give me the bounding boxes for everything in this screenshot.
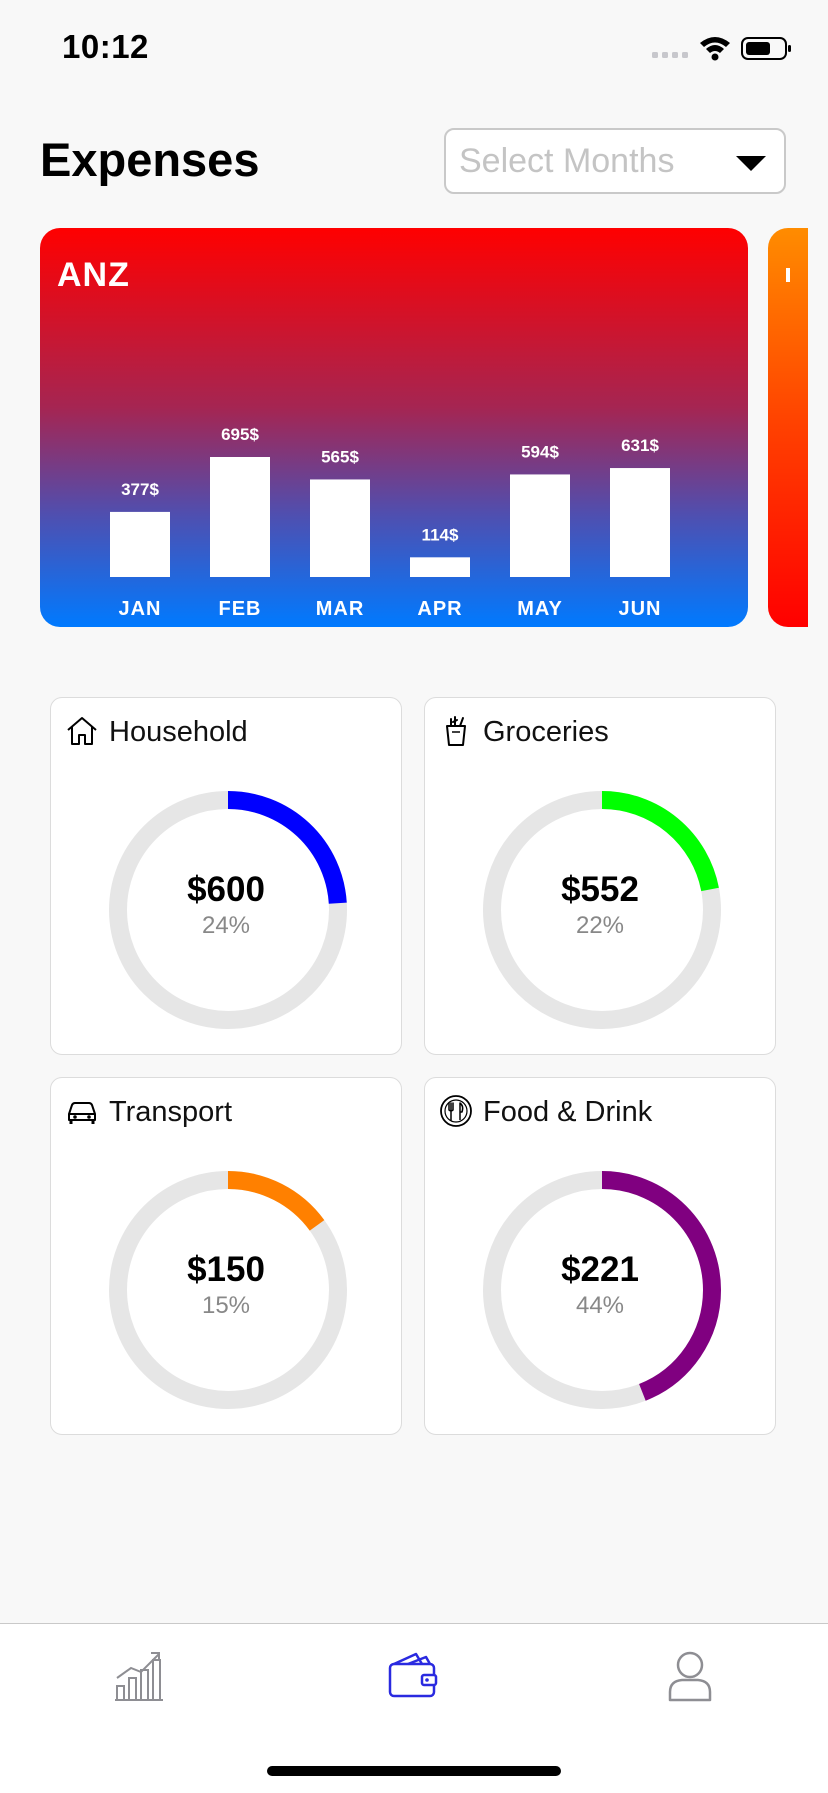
category-percent: 15% xyxy=(201,1292,251,1319)
bar-may xyxy=(510,474,570,577)
bar-value-label: 565$ xyxy=(321,447,359,466)
category-name: Food & Drink xyxy=(483,1096,653,1128)
tab-wallet-icon[interactable] xyxy=(386,1648,442,1704)
bar-value-label: 594$ xyxy=(521,442,559,461)
next-bank-card[interactable] xyxy=(768,228,808,627)
bar-value-label: 377$ xyxy=(121,480,159,499)
category-name: Groceries xyxy=(483,716,609,748)
tab-growth-chart-icon[interactable] xyxy=(111,1648,167,1704)
category-name: Transport xyxy=(109,1096,233,1128)
category-name: Household xyxy=(109,716,248,748)
battery-icon xyxy=(741,37,791,60)
house-icon xyxy=(67,717,97,745)
next-card-edge xyxy=(786,268,790,282)
category-card-groceries[interactable]: Groceries $552 22% xyxy=(424,697,776,1055)
category-card-food-drink[interactable]: Food & Drink $221 44% xyxy=(424,1077,776,1435)
category-donut-chart xyxy=(483,791,721,1029)
month-tick-label: JAN xyxy=(118,598,161,620)
month-tick-label: APR xyxy=(417,598,462,620)
category-percent: 22% xyxy=(575,912,625,939)
wifi-icon xyxy=(700,37,730,61)
car-icon xyxy=(68,1102,96,1124)
status-bar: 10:12 xyxy=(0,0,828,100)
category-donut-chart xyxy=(483,1171,721,1409)
category-card-household[interactable]: Household $600 24% xyxy=(50,697,402,1055)
category-amount: $221 xyxy=(561,1250,639,1289)
category-donut-chart xyxy=(109,791,347,1029)
home-indicator xyxy=(267,1766,561,1776)
category-amount: $150 xyxy=(187,1250,265,1289)
month-tick-label: JUN xyxy=(618,598,661,620)
bar-apr xyxy=(410,557,470,577)
month-select-placeholder: Select Months xyxy=(459,142,675,180)
monthly-expense-bar-chart: 377$ JAN 695$ FEB 565$ MAR 114$ APR 594$ MAY 631$ J… xyxy=(110,425,670,620)
category-amount: $600 xyxy=(187,870,265,909)
grocery-bag-icon xyxy=(446,716,466,746)
status-time: 10:12 xyxy=(62,28,149,65)
page-title: Expenses xyxy=(40,133,260,186)
month-tick-label: MAY xyxy=(517,598,563,620)
category-donut-chart xyxy=(109,1171,347,1409)
bar-mar xyxy=(310,479,370,577)
category-amount: $552 xyxy=(561,870,639,909)
bank-card[interactable]: ANZ 377$ JAN 695$ FEB 565$ MAR 114$ APR 594$ MAY 6… xyxy=(40,228,748,627)
tab-profile-icon[interactable] xyxy=(662,1648,718,1704)
bar-feb xyxy=(210,457,270,577)
status-icons xyxy=(652,34,792,67)
category-percent: 24% xyxy=(201,912,251,939)
month-tick-label: FEB xyxy=(219,598,262,620)
bar-value-label: 695$ xyxy=(221,425,259,444)
category-card-transport[interactable]: Transport $150 15% xyxy=(50,1077,402,1435)
cellular-signal-icon xyxy=(652,52,688,58)
bar-value-label: 631$ xyxy=(621,436,659,455)
bar-jun xyxy=(610,468,670,577)
month-tick-label: MAR xyxy=(316,598,365,620)
bar-jan xyxy=(110,511,170,577)
chevron-down-icon xyxy=(736,156,766,171)
category-percent: 44% xyxy=(575,1292,625,1319)
fork-knife-icon xyxy=(440,1095,472,1127)
month-select-dropdown[interactable]: Select Months xyxy=(444,128,786,194)
bar-value-label: 114$ xyxy=(422,525,459,544)
